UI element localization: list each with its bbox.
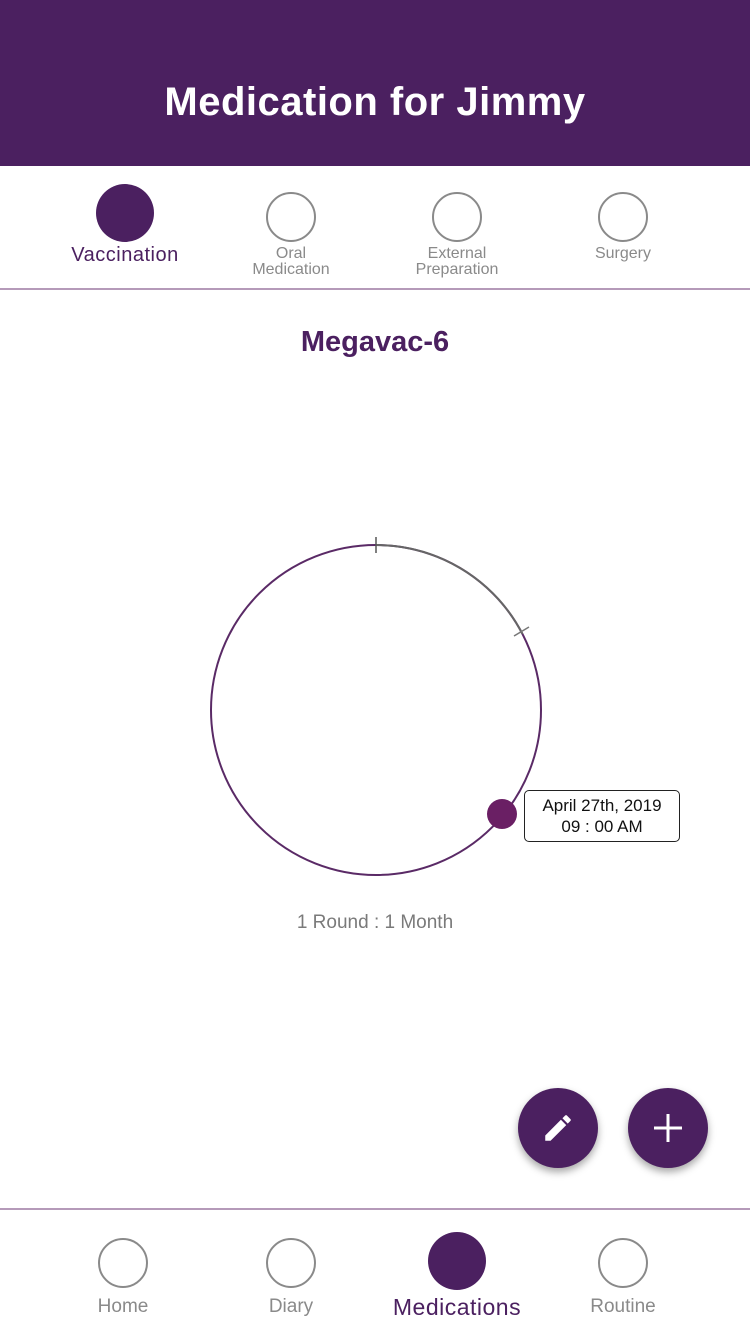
- plus-icon: [654, 1114, 682, 1142]
- add-button[interactable]: [628, 1088, 708, 1168]
- home-icon: [98, 1238, 148, 1288]
- bottom-nav: Home Diary Medications Routine: [0, 1210, 750, 1334]
- dose-date: April 27th, 2019: [542, 796, 662, 815]
- nav-routine[interactable]: Routine: [538, 1210, 708, 1334]
- nav-diary[interactable]: Diary: [206, 1210, 376, 1334]
- round-interval-text: 1 Round : 1 Month: [296, 912, 454, 933]
- nav-home[interactable]: Home: [38, 1210, 208, 1334]
- medications-icon: [428, 1232, 486, 1290]
- edit-button[interactable]: [518, 1088, 598, 1168]
- dose-marker-icon[interactable]: [487, 799, 517, 829]
- nav-medications[interactable]: Medications: [372, 1210, 542, 1334]
- routine-icon: [598, 1238, 648, 1288]
- current-tick-icon: [513, 626, 530, 637]
- nav-label: Home: [97, 1296, 149, 1317]
- nav-label: Medications: [392, 1294, 522, 1320]
- pencil-icon: [545, 1115, 571, 1141]
- nav-label: Routine: [590, 1296, 656, 1317]
- diary-icon: [266, 1238, 316, 1288]
- dose-time: 09 : 00 AM: [561, 817, 643, 836]
- nav-label: Diary: [268, 1296, 314, 1317]
- elapsed-arc: [375, 544, 524, 635]
- cycle-circle: [210, 544, 542, 876]
- dose-tooltip: April 27th, 2019 09 : 00 AM: [524, 790, 680, 842]
